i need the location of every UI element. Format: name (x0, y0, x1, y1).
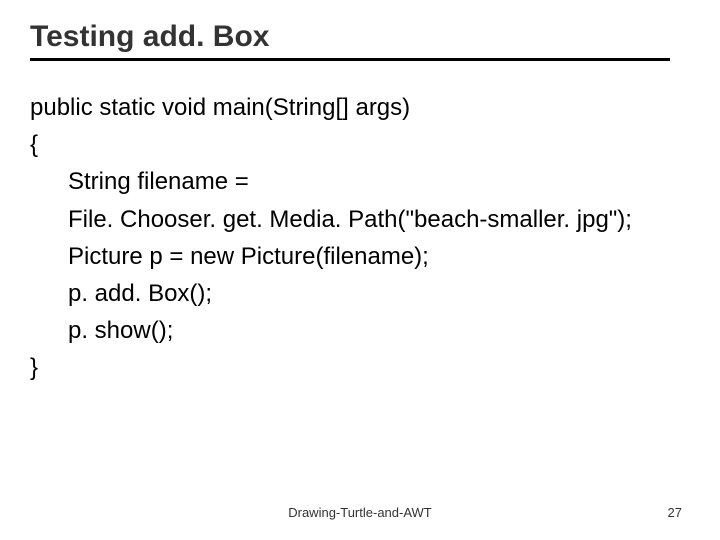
code-block: public static void main(String[] args) {… (30, 89, 690, 387)
code-line: { (30, 126, 690, 163)
code-line: } (30, 349, 690, 386)
footer-text: Drawing-Turtle-and-AWT (0, 505, 720, 520)
code-line: public static void main(String[] args) (30, 89, 690, 126)
code-line: File. Chooser. get. Media. Path("beach-s… (30, 201, 690, 238)
code-line: String filename = (30, 163, 690, 200)
code-line: p. show(); (30, 312, 690, 349)
slide-title: Testing add. Box (30, 20, 670, 61)
code-line: p. add. Box(); (30, 275, 690, 312)
slide: Testing add. Box public static void main… (0, 0, 720, 540)
code-line: Picture p = new Picture(filename); (30, 238, 690, 275)
page-number: 27 (668, 505, 682, 520)
